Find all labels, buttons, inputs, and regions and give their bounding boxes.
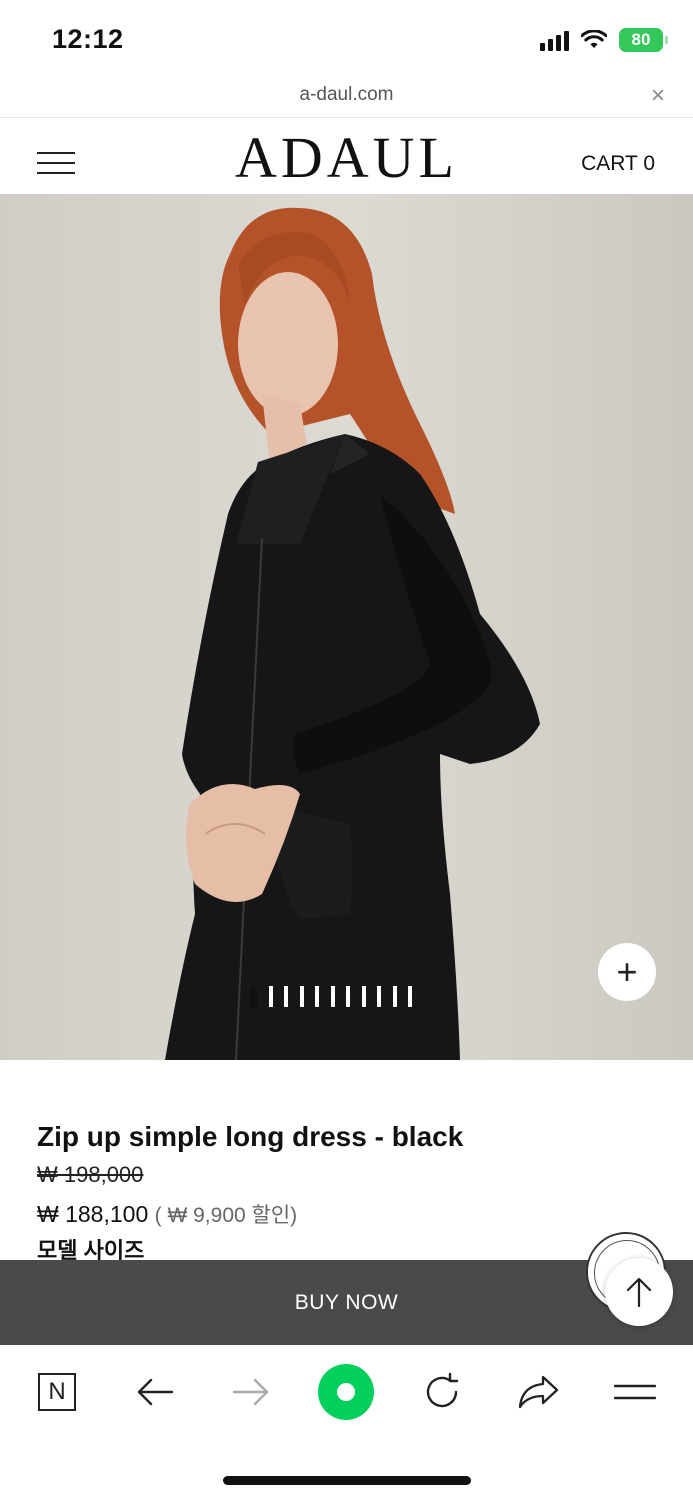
cellular-signal-icon [540, 29, 569, 51]
product-image-carousel[interactable]: + [0, 194, 693, 1060]
price-row: ₩ 188,100 ( ₩ 9,900 할인) [37, 1198, 657, 1232]
home-indicator [223, 1476, 471, 1485]
carousel-dot[interactable] [377, 986, 381, 1007]
cart-link[interactable]: CART 0 [581, 152, 655, 176]
refresh-icon[interactable] [419, 1369, 465, 1415]
original-price: ₩ 198,000 [37, 1162, 144, 1187]
status-time: 12:12 [52, 24, 124, 54]
carousel-dot[interactable] [408, 986, 412, 1007]
product-title: Zip up simple long dress - black [37, 1121, 464, 1152]
status-bar: 12:12 80 [0, 0, 693, 78]
naver-n-icon[interactable]: N [38, 1373, 76, 1411]
carousel-dot[interactable] [361, 986, 366, 1007]
carousel-dot[interactable] [250, 986, 257, 1007]
carousel-dot[interactable] [392, 986, 397, 1007]
zoom-plus-icon[interactable]: + [598, 943, 656, 1001]
carousel-dot[interactable] [346, 986, 350, 1007]
carousel-dot[interactable] [330, 986, 335, 1007]
carousel-dot[interactable] [268, 986, 273, 1007]
arrow-up-icon [626, 1277, 652, 1308]
site-header: ADAUL CART 0 [0, 118, 693, 194]
carousel-dot[interactable] [284, 986, 288, 1007]
url-text[interactable]: a-daul.com [0, 84, 693, 106]
buy-now-label: BUY NOW [294, 1290, 399, 1314]
back-arrow-icon[interactable] [132, 1369, 178, 1415]
sale-price: ₩ 188,100 [37, 1201, 149, 1227]
battery-icon: 80 [619, 28, 668, 52]
forward-arrow-icon[interactable] [228, 1369, 274, 1415]
discount-amount: ( ₩ 9,900 할인) [154, 1204, 298, 1227]
url-bar[interactable]: a-daul.com × [0, 78, 693, 118]
product-photo [0, 194, 693, 1060]
carousel-dot[interactable] [299, 986, 304, 1007]
home-green-icon[interactable] [318, 1364, 374, 1420]
close-icon[interactable]: × [651, 82, 665, 110]
share-icon[interactable] [515, 1369, 561, 1415]
wifi-icon [581, 30, 607, 48]
battery-level: 80 [631, 30, 651, 49]
product-info: Zip up simple long dress - black ₩ 198,0… [37, 1118, 657, 1266]
carousel-dot[interactable] [315, 986, 319, 1007]
status-icons: 80 [540, 28, 668, 52]
carousel-indicator [250, 986, 412, 1007]
scroll-to-top-button[interactable] [605, 1258, 673, 1326]
browser-toolbar: N [0, 1345, 693, 1437]
menu-icon[interactable] [612, 1369, 658, 1415]
